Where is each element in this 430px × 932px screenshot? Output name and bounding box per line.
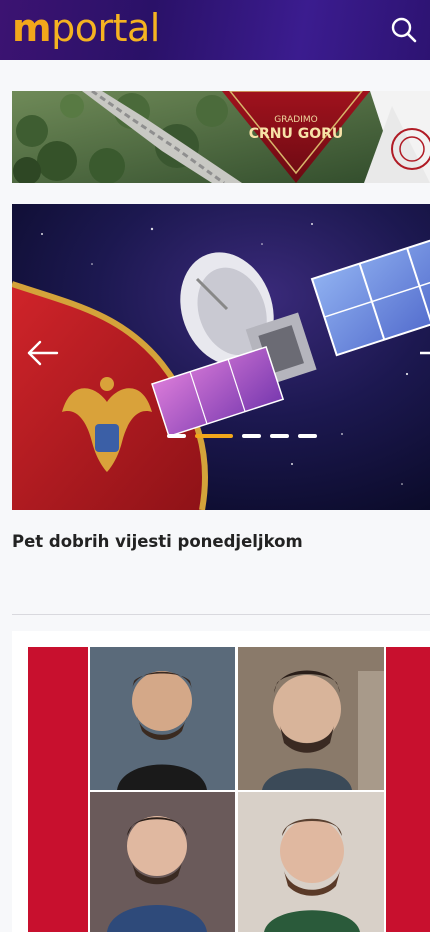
search-button[interactable] — [390, 16, 418, 44]
ad-kicker: GRADIMO — [274, 115, 317, 125]
article-photo-card[interactable] — [12, 631, 430, 932]
ad-banner[interactable]: GRADIMO CRNU GORU — [12, 91, 430, 183]
slider-prev-button[interactable] — [26, 338, 60, 368]
slider-dot[interactable] — [298, 434, 317, 438]
slider-dot-active[interactable] — [195, 434, 233, 438]
logo-text: portal — [51, 6, 160, 50]
search-icon — [391, 17, 417, 43]
mportal-logo[interactable]: mportal — [12, 6, 160, 50]
logo-letter-m: m — [12, 6, 52, 50]
slider-dot[interactable] — [270, 434, 289, 438]
slider-next-button[interactable] — [420, 338, 430, 368]
arrow-left-icon — [27, 340, 59, 366]
slide-image — [12, 204, 430, 510]
slide-headline[interactable]: Pet dobrih vijesti ponedjeljkom — [12, 530, 412, 554]
section-divider — [12, 614, 430, 615]
slider-dot[interactable] — [242, 434, 261, 438]
arrow-right-icon — [420, 351, 430, 355]
news-slider[interactable] — [12, 204, 430, 510]
app-header: mportal — [0, 0, 430, 60]
slider-dots — [167, 434, 317, 440]
ad-title: CRNU GORU — [249, 126, 344, 142]
slider-dot[interactable] — [167, 434, 186, 438]
ad-banner-image: GRADIMO CRNU GORU — [12, 91, 430, 183]
article-photo — [12, 631, 430, 932]
